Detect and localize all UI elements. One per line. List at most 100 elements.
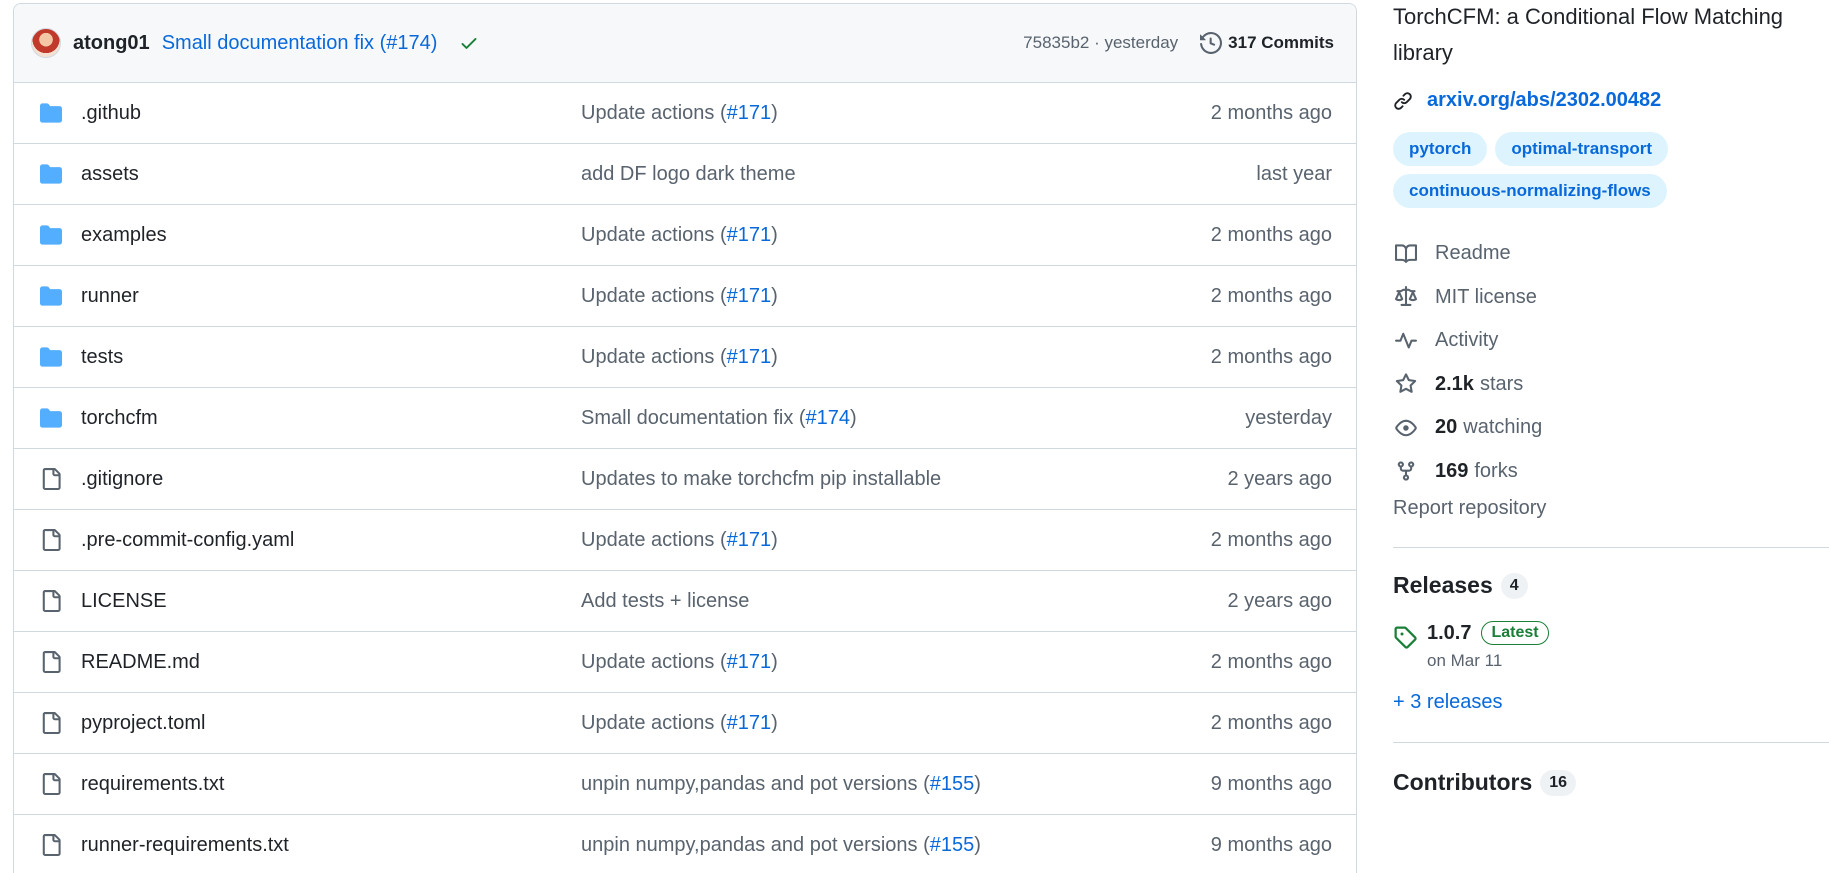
folder-icon <box>37 102 65 124</box>
commit-message[interactable]: Update actions (#171) <box>581 712 1211 735</box>
file-name[interactable]: LICENSE <box>81 590 581 613</box>
commit-message-tail: ) <box>771 345 778 368</box>
stars-link[interactable]: 2.1k stars <box>1393 363 1829 407</box>
commit-message-text: Updates to make torchcfm pip installable <box>581 467 942 490</box>
commit-date: 9 months ago <box>1210 772 1332 795</box>
commit-message-text: Update actions ( <box>581 284 727 307</box>
commit-message-text: Update actions ( <box>581 528 727 551</box>
fork-icon <box>1393 460 1419 482</box>
release-version: 1.0.7 <box>1427 621 1472 644</box>
commit-message[interactable]: Update actions (#171) <box>581 102 1211 125</box>
scale-icon <box>1393 286 1419 308</box>
table-row[interactable]: runner Update actions (#171) 2 months ago <box>14 266 1356 327</box>
releases-heading[interactable]: Releases 4 <box>1393 572 1829 599</box>
pull-request-link[interactable]: #171 <box>727 529 772 551</box>
file-name[interactable]: examples <box>81 224 581 247</box>
table-row[interactable]: pyproject.toml Update actions (#171) 2 mon… <box>14 693 1356 754</box>
license-link[interactable]: MIT license <box>1393 276 1829 320</box>
readme-label: Readme <box>1435 242 1511 265</box>
check-icon[interactable] <box>459 33 479 53</box>
forks-link[interactable]: 169 forks <box>1393 450 1829 494</box>
file-name[interactable]: runner-requirements.txt <box>81 834 581 857</box>
table-row[interactable]: .pre-commit-config.yaml Update actions (#… <box>14 510 1356 571</box>
file-name[interactable]: runner <box>81 285 581 308</box>
table-row[interactable]: .github Update actions (#171) 2 months ago <box>14 83 1356 144</box>
commit-hash-time[interactable]: 75835b2 · yesterday <box>1023 33 1178 53</box>
license-label: MIT license <box>1435 285 1537 308</box>
activity-link[interactable]: Activity <box>1393 319 1829 363</box>
commit-message-tail: ) <box>771 223 778 246</box>
table-row[interactable]: assets add DF logo dark theme last year <box>14 144 1356 205</box>
avatar[interactable] <box>31 28 61 58</box>
commit-message-tail: ) <box>850 406 857 429</box>
file-name[interactable]: .github <box>81 102 581 125</box>
commit-message[interactable]: Update actions (#171) <box>581 346 1211 369</box>
file-table: atong01 Small documentation fix (#174) 7… <box>13 3 1357 873</box>
commit-message[interactable]: add DF logo dark theme <box>581 163 1256 186</box>
commit-message-text: Update actions ( <box>581 650 727 673</box>
table-row[interactable]: torchcfm Small documentation fix (#174) ye… <box>14 388 1356 449</box>
topic-tag[interactable]: optimal-transport <box>1495 132 1669 166</box>
readme-link[interactable]: Readme <box>1393 232 1829 276</box>
commit-message[interactable]: Update actions (#171) <box>581 651 1211 674</box>
pull-request-link[interactable]: #155 <box>930 773 975 795</box>
latest-release[interactable]: 1.0.7 Latest on Mar 11 <box>1393 621 1829 671</box>
watchers-link[interactable]: 20 watching <box>1393 406 1829 450</box>
pull-request-link[interactable]: #171 <box>727 346 772 368</box>
pull-request-link[interactable]: #171 <box>727 285 772 307</box>
link-icon <box>1394 91 1412 110</box>
table-row[interactable]: .gitignore Updates to make torchcfm pip i… <box>14 449 1356 510</box>
file-name[interactable]: .gitignore <box>81 468 581 491</box>
file-icon <box>37 711 65 735</box>
homepage-link[interactable]: arxiv.org/abs/2302.00482 <box>1393 89 1829 112</box>
table-row[interactable]: examples Update actions (#171) 2 months ag… <box>14 205 1356 266</box>
commit-author[interactable]: atong01 <box>73 32 150 55</box>
commit-date: yesterday <box>1245 406 1332 429</box>
table-row[interactable]: runner-requirements.txt unpin numpy,panda… <box>14 815 1356 873</box>
commit-message[interactable]: unpin numpy,pandas and pot versions (#15… <box>581 773 1211 796</box>
section-divider <box>1393 742 1829 743</box>
commit-message[interactable]: Updates to make torchcfm pip installable <box>581 468 1227 491</box>
commit-message[interactable]: Add tests + license <box>581 590 1227 613</box>
more-releases-link[interactable]: + 3 releases <box>1393 691 1829 714</box>
file-icon <box>37 772 65 796</box>
commit-date: 2 months ago <box>1210 711 1332 734</box>
folder-icon <box>37 224 65 246</box>
topic-tag[interactable]: pytorch <box>1393 132 1488 166</box>
topic-tag[interactable]: continuous-normalizing-flows <box>1393 174 1667 208</box>
pull-request-link[interactable]: #174 <box>806 407 851 429</box>
file-icon <box>37 467 65 491</box>
pull-request-link[interactable]: #171 <box>727 712 772 734</box>
commit-message[interactable]: Update actions (#171) <box>581 224 1211 247</box>
commit-message-tail: ) <box>771 711 778 734</box>
file-name[interactable]: .pre-commit-config.yaml <box>81 529 581 552</box>
commit-message[interactable]: Update actions (#171) <box>581 529 1211 552</box>
table-row[interactable]: README.md Update actions (#171) 2 months a… <box>14 632 1356 693</box>
file-name[interactable]: requirements.txt <box>81 773 581 796</box>
table-row[interactable]: LICENSE Add tests + license 2 years ago <box>14 571 1356 632</box>
file-name[interactable]: README.md <box>81 651 581 674</box>
file-name[interactable]: assets <box>81 163 581 186</box>
book-icon <box>1393 243 1419 265</box>
commit-date: 2 months ago <box>1210 650 1332 673</box>
pull-request-link[interactable]: #171 <box>727 651 772 673</box>
contributors-heading[interactable]: Contributors 16 <box>1393 769 1829 796</box>
forks-count: 169 <box>1435 459 1469 482</box>
commit-message-link[interactable]: Small documentation fix (#174) <box>162 32 438 55</box>
commit-message[interactable]: unpin numpy,pandas and pot versions (#15… <box>581 834 1211 857</box>
commits-history-link[interactable]: 317 Commits <box>1200 32 1334 54</box>
table-row[interactable]: requirements.txt unpin numpy,pandas and p… <box>14 754 1356 815</box>
releases-title: Releases <box>1393 572 1493 598</box>
pull-request-link[interactable]: #171 <box>727 224 772 246</box>
file-name[interactable]: tests <box>81 346 581 369</box>
commit-message[interactable]: Update actions (#171) <box>581 285 1211 308</box>
pull-request-link[interactable]: #155 <box>930 834 975 856</box>
file-name[interactable]: pyproject.toml <box>81 712 581 735</box>
table-row[interactable]: tests Update actions (#171) 2 months ago <box>14 327 1356 388</box>
file-name[interactable]: torchcfm <box>81 407 581 430</box>
report-repository-link[interactable]: Report repository <box>1393 497 1829 520</box>
watching-label: watching <box>1463 416 1543 439</box>
pull-request-link[interactable]: #171 <box>727 102 772 124</box>
commit-message[interactable]: Small documentation fix (#174) <box>581 407 1245 430</box>
repo-meta-list: Readme MIT license Activity 2.1k stars 2… <box>1393 232 1829 493</box>
